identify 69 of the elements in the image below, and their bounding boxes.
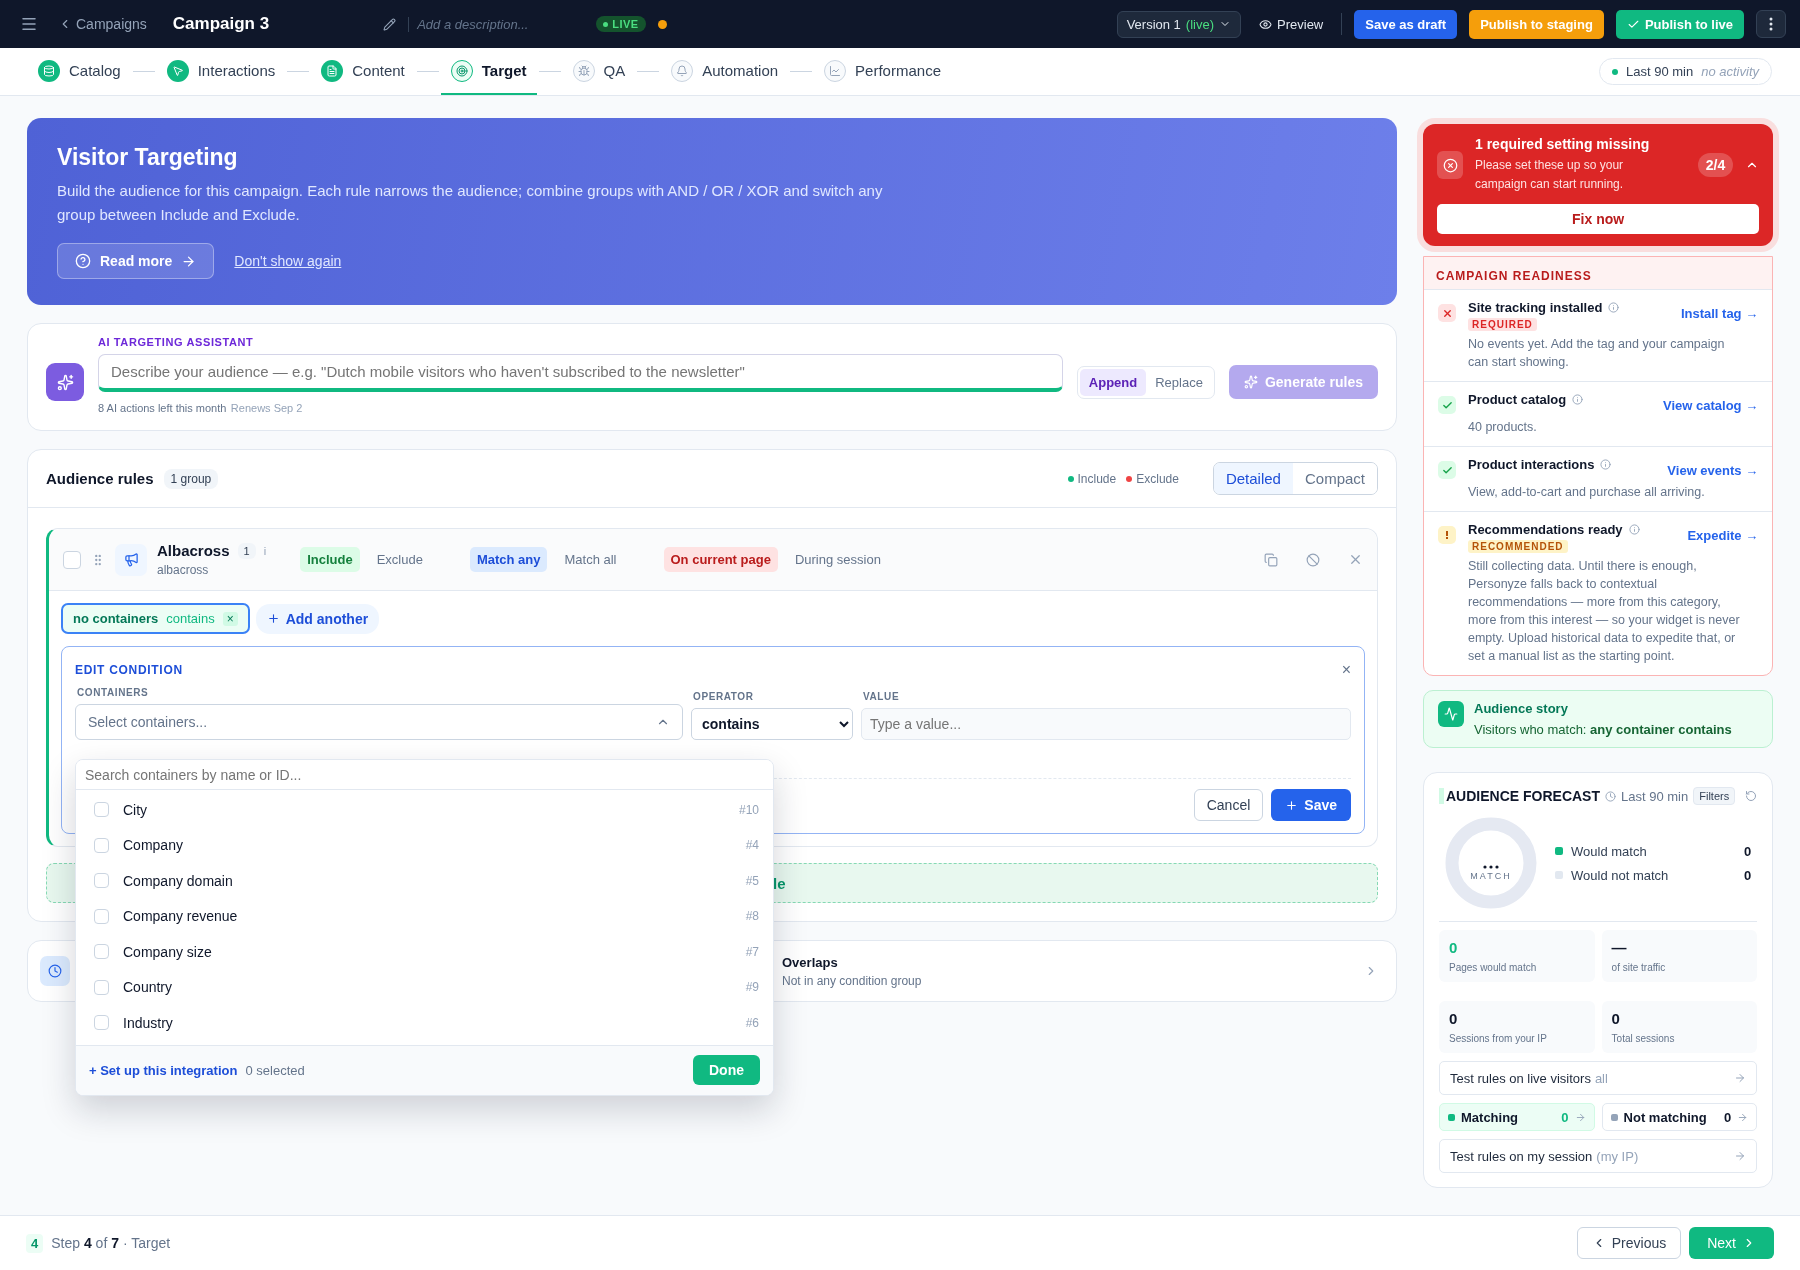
legend-label: Exclude <box>1136 471 1179 486</box>
legend-label: Include <box>1077 471 1117 486</box>
item-text: View, add-to-cart and purchase all arriving. <box>1468 484 1706 501</box>
stat-value: — <box>1611 939 1628 956</box>
donut-label: MATCH <box>1469 871 1513 881</box>
option-id: #10 <box>738 802 759 817</box>
stat-label: of site traffic <box>1611 962 1667 973</box>
group-count: 1 group <box>163 468 219 489</box>
stat-label: Pages would match <box>1449 962 1538 973</box>
rules-title: Audience rules <box>46 470 154 487</box>
stat-label: Total sessions <box>1611 1033 1676 1044</box>
info-icon: i <box>263 544 267 557</box>
item-tag: RECOMMENDED <box>1468 540 1568 553</box>
item-title: Product interactions <box>1468 457 1595 472</box>
story-text: Visitors who match: any container contains <box>1474 722 1732 737</box>
edit-title: EDIT CONDITION <box>75 663 183 677</box>
option-id: #9 <box>745 980 759 995</box>
hero-text: Build the audience for this campaign. Each rule narrows the audience; combine groups with AND / OR / XOR and switch any group between Include and Exclude. <box>57 181 884 225</box>
stat-value: 0 <box>1611 1010 1621 1027</box>
legend-label: Would not match <box>1571 867 1669 883</box>
option-id: #7 <box>745 944 759 959</box>
legend-value: 0 <box>1743 843 1752 859</box>
legend-value: 0 <box>1743 867 1752 883</box>
renew-text: Renews Sep 2 <box>230 402 303 414</box>
item-tag: REQUIRED <box>1468 318 1537 331</box>
overlaps-title: Overlaps <box>782 954 839 970</box>
campaign-title: Campaign 3 <box>172 14 270 34</box>
stat-value: 0 <box>1449 939 1459 956</box>
field-label: CONTAINERS <box>76 687 150 698</box>
item-text: Still collecting data. Until there is enough, Personyze falls back to contextual recommendations — more from this category, more from this interest — so your widget is never empty. Upload historical data to expedite that, or set a manual list as the starting point. <box>1468 558 1741 665</box>
option-label: Industry <box>123 1014 173 1031</box>
story-title: Audience story <box>1474 701 1569 716</box>
option-label: Company <box>123 837 183 854</box>
selected-count: 0 selected <box>245 1062 305 1078</box>
item-text: 40 products. <box>1468 419 1538 436</box>
option-id: #6 <box>745 1015 759 1030</box>
option-id: #4 <box>745 838 759 853</box>
option-label: Company domain <box>123 872 233 889</box>
forecast-range: Last 90 min <box>1621 788 1689 804</box>
ai-label: AI TARGETING ASSISTANT <box>98 335 255 348</box>
item-title: Site tracking installed <box>1468 300 1603 315</box>
hero-title: Visitor Targeting <box>57 144 239 171</box>
field-label: OPERATOR <box>692 691 755 702</box>
item-text: No events yet. Add the tag and your campaign can start showing. <box>1468 336 1726 371</box>
alert-text: Please set these up so your campaign can start running. <box>1475 157 1625 193</box>
group-slug: albacross <box>157 563 210 577</box>
option-id: #5 <box>745 873 759 888</box>
readiness-title: CAMPAIGN READINESS <box>1424 257 1773 290</box>
legend-label: Would match <box>1571 843 1647 859</box>
progress-count: 2/4 <box>1697 153 1734 177</box>
item-title: Recommendations ready <box>1468 522 1623 537</box>
step-text: Step 4 of 7 · Target <box>51 1235 171 1251</box>
step-number: 4 <box>26 1233 44 1253</box>
overlaps-subtitle: Not in any condition group <box>782 973 922 988</box>
stat-label: Sessions from your IP <box>1449 1033 1548 1044</box>
alert-title: 1 required setting missing <box>1475 136 1651 152</box>
live-badge: LIVE <box>596 16 646 32</box>
group-name: Albacross <box>157 542 230 559</box>
option-label: Company revenue <box>123 908 238 925</box>
option-label: Company size <box>123 943 212 960</box>
field-label: VALUE <box>862 691 901 702</box>
condition-count: 1 <box>237 542 256 559</box>
item-title: Product catalog <box>1468 392 1567 407</box>
option-id: #8 <box>745 909 759 924</box>
option-label: Country <box>123 979 173 996</box>
forecast-title: AUDIENCE FORECAST <box>1439 788 1600 804</box>
option-label: City <box>123 801 148 818</box>
quota-text: 8 AI actions left this month <box>98 402 227 414</box>
stat-value: 0 <box>1449 1010 1459 1027</box>
